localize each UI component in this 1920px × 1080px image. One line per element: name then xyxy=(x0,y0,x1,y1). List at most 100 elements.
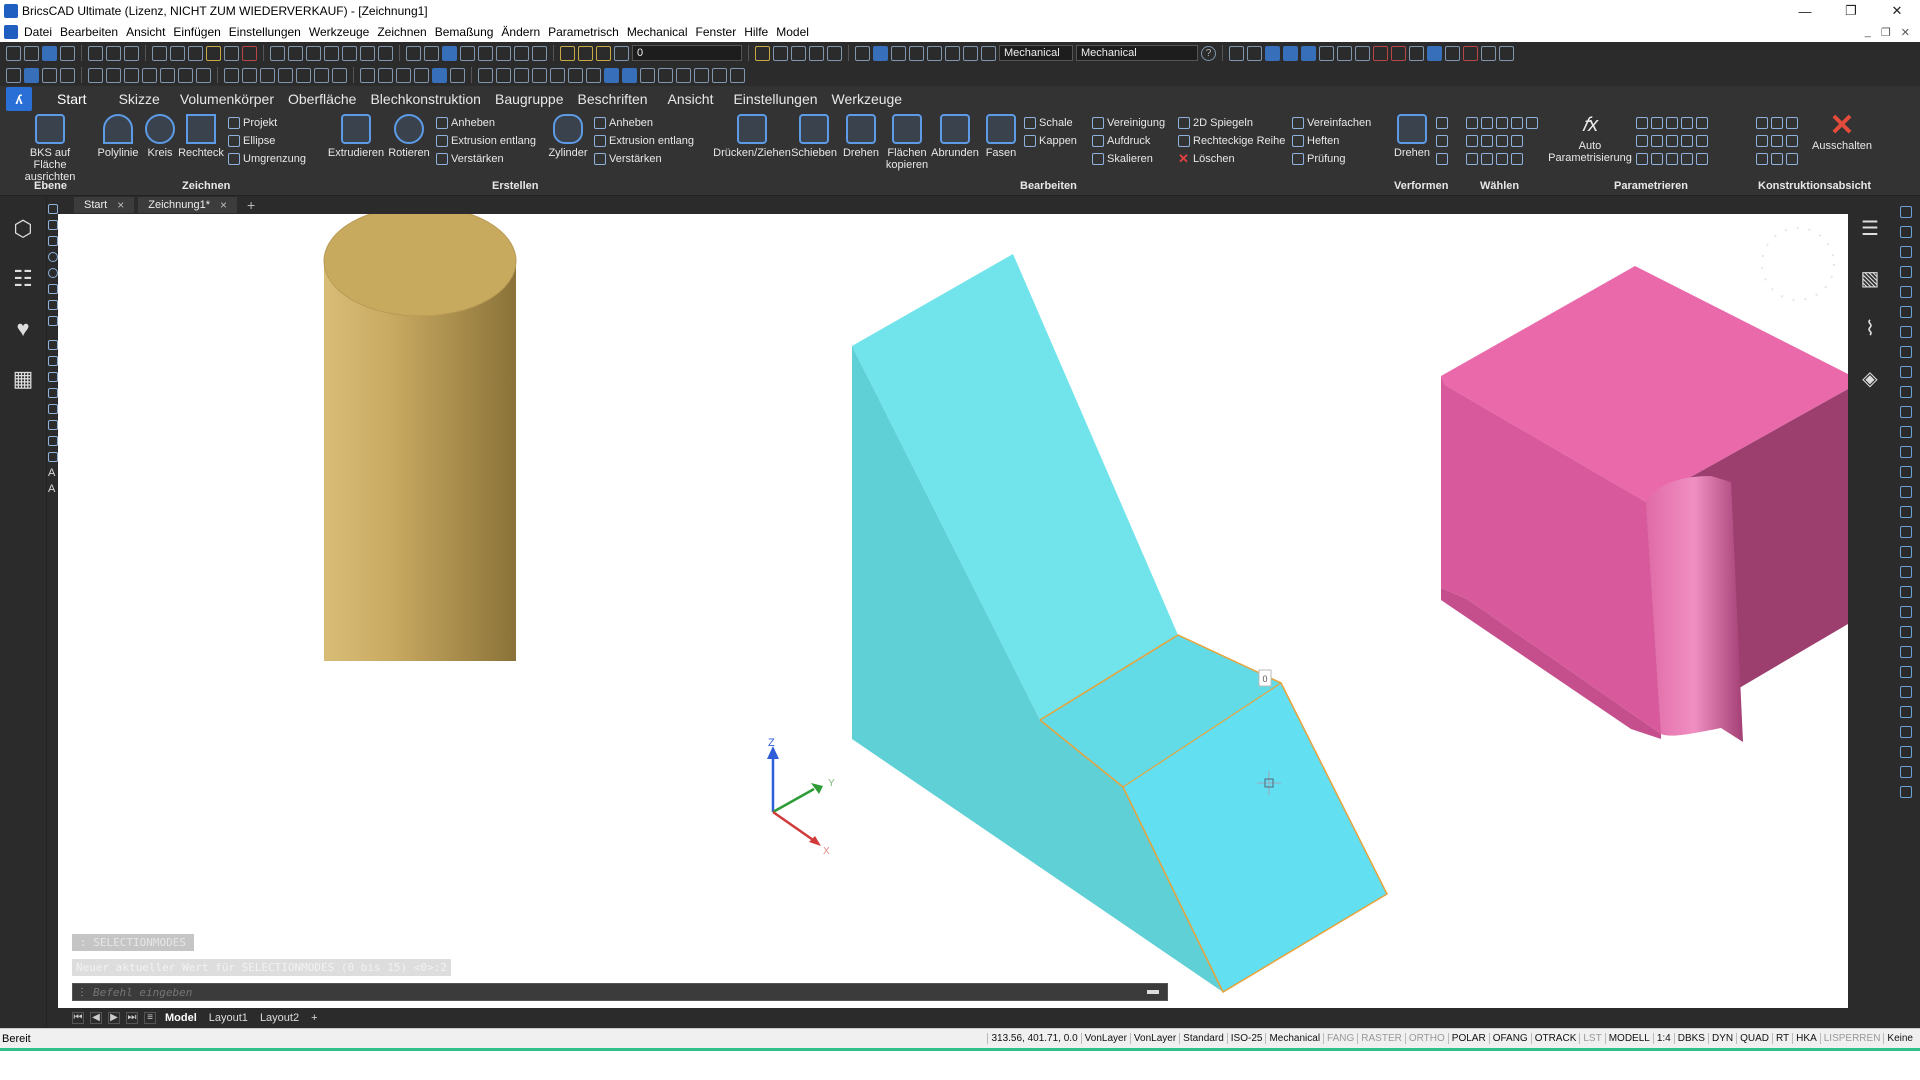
verformen-tool-3[interactable] xyxy=(1436,150,1448,168)
ucs-3point-icon[interactable] xyxy=(676,67,691,83)
ucs-face-icon[interactable] xyxy=(604,67,619,83)
hatch-icon[interactable] xyxy=(48,340,58,350)
sphere-icon[interactable] xyxy=(60,67,75,83)
gradient-icon[interactable] xyxy=(1481,45,1496,61)
ucs-y-icon[interactable] xyxy=(730,67,745,83)
section-icon[interactable] xyxy=(160,67,175,83)
chamfer-icon[interactable] xyxy=(1900,466,1912,478)
array-icon[interactable] xyxy=(1900,326,1912,338)
projekt-button[interactable]: Projekt xyxy=(228,114,277,132)
snap-icon[interactable] xyxy=(1265,45,1280,61)
umgrenzung-button[interactable]: Umgrenzung xyxy=(228,150,306,168)
polygon-icon[interactable] xyxy=(48,436,58,446)
menu-app-icon[interactable] xyxy=(4,25,18,39)
circle-snap-icon[interactable] xyxy=(1301,45,1316,61)
app-menu-button[interactable]: ʎ xyxy=(6,87,32,111)
schale-button[interactable]: Schale xyxy=(1024,114,1073,132)
sun-icon[interactable] xyxy=(578,45,593,61)
vereinfachen-button[interactable]: Vereinfachen xyxy=(1292,114,1371,132)
tab-beschriften[interactable]: Beschriften xyxy=(571,91,655,107)
tab-oberflaeche[interactable]: Oberfläche xyxy=(281,91,363,107)
view-left-icon[interactable] xyxy=(927,45,942,61)
menu-ansicht[interactable]: Ansicht xyxy=(126,25,165,39)
ellipse-icon[interactable] xyxy=(48,284,58,294)
ellipse-button[interactable]: Ellipse xyxy=(228,132,275,150)
status-field[interactable]: OTRACK xyxy=(1530,1033,1580,1044)
rechteckige-reihe-button[interactable]: Rechteckige Reihe xyxy=(1178,132,1285,150)
cone-icon[interactable] xyxy=(42,67,57,83)
status-field[interactable]: RASTER xyxy=(1357,1033,1405,1044)
match-props-icon[interactable] xyxy=(206,45,221,61)
text-icon[interactable]: A xyxy=(48,468,58,479)
layer-match-icon[interactable] xyxy=(773,45,788,61)
kappen-button[interactable]: Kappen xyxy=(1024,132,1077,150)
matchprop-icon[interactable] xyxy=(1900,666,1912,678)
design-intent-row-3[interactable] xyxy=(1756,150,1798,168)
pruefung-button[interactable]: Prüfung xyxy=(1292,150,1346,168)
refedit-icon[interactable] xyxy=(1900,766,1912,778)
solid-box-icon[interactable] xyxy=(224,67,239,83)
pedit-icon[interactable] xyxy=(1900,586,1912,598)
doc-tab-zeichnung1[interactable]: Zeichnung1* × xyxy=(138,197,238,213)
redo-icon[interactable] xyxy=(288,45,303,61)
properties-icon[interactable] xyxy=(1900,646,1912,658)
structure-icon[interactable]: ☷ xyxy=(10,266,36,292)
extrude-icon[interactable] xyxy=(196,67,211,83)
param-tools-row-1[interactable] xyxy=(1636,114,1708,132)
flaechen-kopieren-button[interactable]: Flächen kopieren xyxy=(884,114,930,171)
ucs-x-icon[interactable] xyxy=(712,67,727,83)
gold-cylinder[interactable] xyxy=(323,214,517,661)
circle-icon[interactable] xyxy=(48,252,58,262)
verformen-tool-1[interactable] xyxy=(1436,114,1448,132)
rectangle-icon[interactable] xyxy=(48,236,58,246)
table-icon[interactable] xyxy=(48,452,58,462)
grid-icon[interactable] xyxy=(1283,45,1298,61)
arc-icon[interactable] xyxy=(1355,45,1370,61)
tab-einstellungen[interactable]: Einstellungen xyxy=(726,91,824,107)
status-field[interactable]: QUAD xyxy=(1736,1033,1772,1044)
tab-layout1[interactable]: Layout1 xyxy=(206,1012,251,1024)
status-field[interactable]: Mechanical xyxy=(1265,1033,1323,1044)
status-field[interactable]: LST xyxy=(1579,1033,1604,1044)
mtext-icon[interactable]: A xyxy=(48,484,58,495)
layer-state-icon[interactable] xyxy=(496,45,511,61)
perspective-icon[interactable] xyxy=(550,67,565,83)
view-bottom-icon[interactable] xyxy=(963,45,978,61)
donut-icon[interactable] xyxy=(48,420,58,430)
xref-icon[interactable] xyxy=(424,45,439,61)
design-intent-row-1[interactable] xyxy=(1756,114,1798,132)
tab-ansicht[interactable]: Ansicht xyxy=(661,91,721,107)
printer-icon[interactable] xyxy=(614,45,629,61)
table-panel-icon[interactable]: ▦ xyxy=(10,366,36,392)
solid-pyramid-icon[interactable] xyxy=(260,67,275,83)
rect-snap-icon[interactable] xyxy=(1319,45,1334,61)
ucs-object-icon[interactable] xyxy=(658,67,673,83)
arc-icon[interactable] xyxy=(48,268,58,278)
rechteck-button[interactable]: Rechteck xyxy=(178,114,224,159)
status-field[interactable]: DBKS xyxy=(1673,1033,1708,1044)
publish-icon[interactable] xyxy=(124,45,139,61)
verformen-tool-2[interactable] xyxy=(1436,132,1448,150)
spiegeln-button[interactable]: 2D Spiegeln xyxy=(1178,114,1253,132)
auto-parametrisierung-button[interactable]: 𝑓x Auto Parametrisierung xyxy=(1548,110,1632,164)
last-layout-icon[interactable]: ⏭ xyxy=(126,1012,138,1024)
pink-cube[interactable] xyxy=(1441,266,1848,742)
clip-icon[interactable] xyxy=(568,67,583,83)
move-icon[interactable] xyxy=(1900,206,1912,218)
table-icon[interactable] xyxy=(306,45,321,61)
hide-icon[interactable] xyxy=(450,67,465,83)
waehlen-tools-row-3[interactable] xyxy=(1466,150,1523,168)
doc-tab-start[interactable]: Start × xyxy=(74,197,135,213)
pink-fillet-edge[interactable] xyxy=(1646,476,1743,742)
block-icon[interactable] xyxy=(442,45,457,61)
status-field[interactable]: VonLayer xyxy=(1129,1033,1179,1044)
menu-werkzeuge[interactable]: Werkzeuge xyxy=(309,25,369,39)
status-field[interactable]: FANG xyxy=(1323,1033,1357,1044)
ucs-view-icon[interactable] xyxy=(640,67,655,83)
intersect-icon[interactable] xyxy=(124,67,139,83)
align-icon[interactable] xyxy=(1900,506,1912,518)
hatch-panel-icon[interactable]: ▧ xyxy=(1857,266,1883,292)
overkill-icon[interactable] xyxy=(1900,786,1912,798)
new-icon[interactable] xyxy=(6,45,21,61)
layer-walk-icon[interactable] xyxy=(791,45,806,61)
